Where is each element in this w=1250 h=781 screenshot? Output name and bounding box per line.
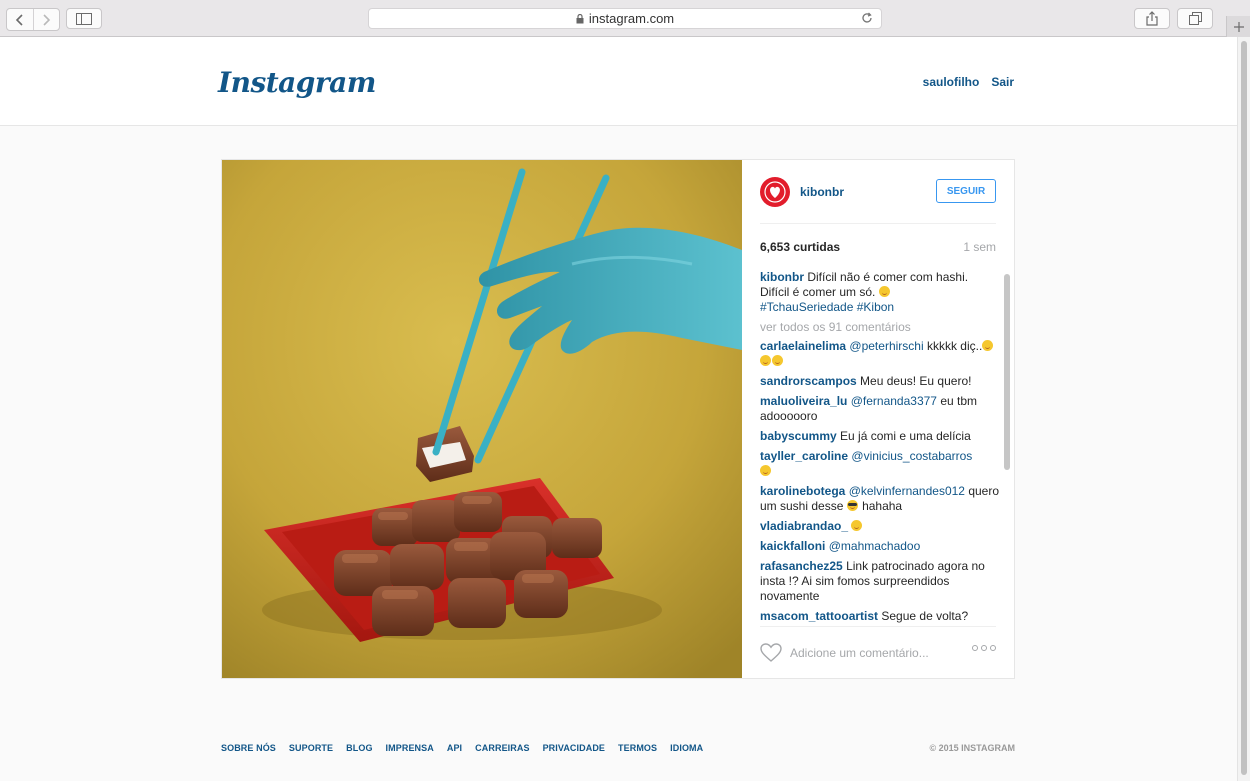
more-options-icon[interactable] (972, 645, 996, 651)
page-scrollbar[interactable] (1237, 37, 1250, 781)
footer-link-api[interactable]: API (447, 743, 462, 753)
chopsticks-chocolate-photo (222, 160, 742, 678)
list-item: tayller_caroline @vinicius_costabarros (760, 449, 1000, 479)
comment-author[interactable]: tayller_caroline (760, 449, 848, 463)
list-item: msacom_tattooartist Segue de volta? (760, 609, 1000, 624)
post-card: kibonbr SEGUIR 6,653 curtidas 1 sem kibo… (221, 159, 1015, 679)
comment-mention[interactable]: @fernanda3377 (851, 394, 937, 408)
instagram-header: Instagram saulofilho Sair (0, 37, 1237, 126)
list-item: sandrorscampos Meu deus! Eu quero! (760, 374, 1000, 389)
owner-username[interactable]: kibonbr (800, 185, 844, 199)
hashtags[interactable]: #TchauSeriedade #Kibon (760, 300, 894, 314)
sidebar-icon (76, 12, 92, 25)
footer-link-language[interactable]: IDIOMA (670, 743, 703, 753)
footer: SOBRE NÓS SUPORTE BLOG IMPRENSA API CARR… (221, 743, 1015, 753)
share-icon (1146, 11, 1158, 26)
show-tabs-button[interactable] (1177, 8, 1213, 29)
comment-text: kkkkk diç.. (926, 339, 983, 353)
comment-mention[interactable]: @kelvinfernandes012 (849, 484, 965, 498)
comment-author[interactable]: sandrorscampos (760, 374, 857, 388)
comment-text: Segue de volta? (881, 609, 969, 623)
comment-text-after-emoji: hahaha (862, 499, 903, 513)
footer-link-privacy[interactable]: PRIVACIDADE (543, 743, 605, 753)
comment-author[interactable]: maluoliveira_lu (760, 394, 847, 408)
sidebar-toggle-button[interactable] (66, 8, 102, 29)
owner-avatar[interactable] (760, 177, 790, 207)
comments-scrollbar[interactable] (1002, 270, 1012, 624)
view-all-comments-link[interactable]: ver todos os 91 comentários (760, 320, 1000, 334)
like-heart-icon[interactable] (760, 643, 782, 667)
comment-author[interactable]: msacom_tattooartist (760, 609, 878, 623)
list-item: kaickfalloni @mahmachadoo (760, 539, 1000, 554)
list-item: babyscummy Eu já comi e uma delícia (760, 429, 1000, 444)
comment-author[interactable]: kibonbr (760, 270, 804, 284)
footer-link-press[interactable]: IMPRENSA (386, 743, 434, 753)
footer-link-support[interactable]: SUPORTE (289, 743, 333, 753)
footer-link-about[interactable]: SOBRE NÓS (221, 743, 276, 753)
comment-author[interactable]: vladiabrandao_ (760, 519, 848, 533)
reload-icon[interactable] (861, 12, 873, 27)
logout-link[interactable]: Sair (991, 75, 1014, 89)
lock-icon (576, 13, 584, 24)
post-photo (222, 160, 742, 678)
grinning-emoji-icon (878, 286, 890, 297)
tongue-emoji-icon (982, 340, 994, 351)
browser-toolbar: instagram.com (0, 0, 1250, 37)
tongue-emoji-icon (772, 355, 783, 366)
comment-mention[interactable]: @mahmachadoo (829, 539, 921, 553)
comment-author[interactable]: kaickfalloni (760, 539, 825, 553)
list-item: carlaelainelima @peterhirschi kkkkk diç.… (760, 339, 1000, 369)
tongue-emoji-icon (760, 355, 771, 366)
list-item: rafasanchez25 Link patrocinado agora no … (760, 559, 1000, 604)
comment-author[interactable]: carlaelainelima (760, 339, 846, 353)
follow-button[interactable]: SEGUIR (936, 179, 996, 203)
user-nav: saulofilho Sair (923, 75, 1014, 89)
instagram-logo[interactable]: Instagram (218, 66, 376, 99)
comment-mention[interactable]: @vinicius_costabarros (851, 449, 972, 463)
copyright: © 2015 INSTAGRAM (929, 743, 1015, 753)
comments-scroll-thumb[interactable] (1004, 274, 1010, 470)
comment-author[interactable]: karolinebotega (760, 484, 845, 498)
sunglasses-emoji-icon (846, 500, 858, 511)
share-button[interactable] (1134, 8, 1170, 29)
post-age[interactable]: 1 sem (963, 240, 996, 254)
footer-link-terms[interactable]: TERMOS (618, 743, 657, 753)
tabs-icon (1188, 12, 1202, 25)
list-item: vladiabrandao_ (760, 519, 1000, 534)
footer-link-careers[interactable]: CARREIRAS (475, 743, 529, 753)
chevron-right-icon (43, 13, 51, 26)
caption: kibonbr Difícil não é comer com hashi. D… (760, 270, 1000, 315)
kibon-heart-logo-icon (764, 181, 786, 203)
footer-links: SOBRE NÓS SUPORTE BLOG IMPRENSA API CARR… (221, 743, 1015, 753)
blush-emoji-icon (851, 520, 863, 531)
forward-button[interactable] (32, 9, 60, 30)
list-item: maluoliveira_lu @fernanda3377 eu tbm ado… (760, 394, 1000, 424)
comment-input[interactable] (790, 643, 960, 663)
page-scroll-thumb[interactable] (1241, 41, 1247, 775)
new-tab-button[interactable] (1226, 16, 1250, 37)
back-button[interactable] (7, 9, 33, 30)
post-actions (760, 626, 996, 679)
comment-mention[interactable]: @peterhirschi (849, 339, 923, 353)
chevron-left-icon (15, 13, 23, 26)
comment-text: Eu já comi e uma delícia (840, 429, 971, 443)
post-header: kibonbr SEGUIR (760, 177, 996, 224)
address-bar[interactable]: instagram.com (368, 8, 882, 29)
history-nav (6, 8, 60, 31)
comment-author[interactable]: babyscummy (760, 429, 837, 443)
url-text: instagram.com (588, 11, 675, 26)
comment-text: Meu deus! Eu quero! (860, 374, 972, 388)
list-item: karolinebotega @kelvinfernandes012 quero… (760, 484, 1000, 514)
comments-list[interactable]: kibonbr Difícil não é comer com hashi. D… (760, 270, 1000, 624)
post-stats: 6,653 curtidas 1 sem (760, 240, 996, 254)
post-sidebar: kibonbr SEGUIR 6,653 curtidas 1 sem kibo… (742, 160, 1014, 678)
profile-link[interactable]: saulofilho (923, 75, 980, 89)
relieved-emoji-icon (760, 465, 771, 476)
comment-author[interactable]: rafasanchez25 (760, 559, 843, 573)
footer-link-blog[interactable]: BLOG (346, 743, 372, 753)
plus-icon (1233, 21, 1244, 32)
likes-count[interactable]: 6,653 curtidas (760, 240, 840, 254)
